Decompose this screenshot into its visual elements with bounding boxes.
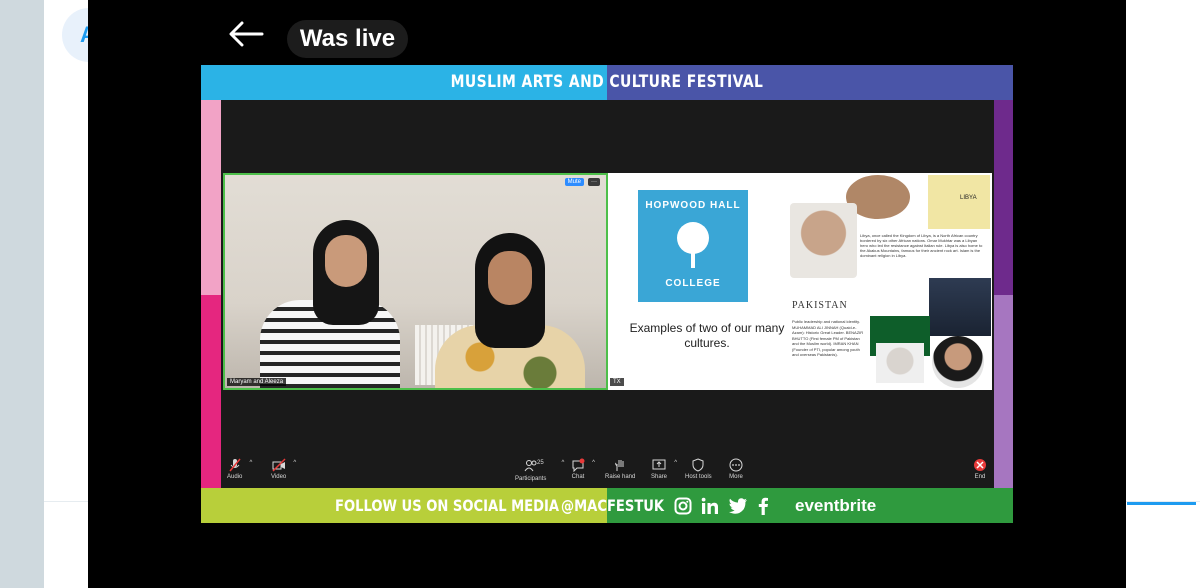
facebook-icon — [758, 497, 768, 515]
audio-label: Audio — [227, 474, 243, 480]
share-button[interactable]: Share ^ — [651, 458, 677, 480]
video-label: Video — [271, 474, 287, 480]
participants-count: 25 — [537, 460, 544, 466]
raise-hand-label: Raise hand — [605, 474, 636, 480]
hopwood-hall-logo: HOPWOOD HALL COLLEGE — [638, 190, 748, 302]
social-handle: @MACFESTUK — [561, 496, 665, 515]
video-button[interactable]: Video ^ — [271, 458, 296, 480]
end-label: End — [974, 474, 986, 480]
pakistan-leader-image-3 — [932, 336, 984, 388]
shared-presentation-slide: HOPWOOD HALL COLLEGE Examples of two of … — [608, 173, 992, 390]
libya-portrait-image — [790, 203, 857, 278]
shield-icon — [692, 458, 704, 472]
logo-bottom-text: COLLEGE — [665, 278, 721, 289]
eventbrite-logo: eventbrite — [795, 496, 877, 515]
more-dots-icon — [729, 458, 743, 472]
festival-title: MUSLIM ARTS AND CULTURE FESTIVAL — [450, 72, 764, 92]
libya-map-image: LIBYA — [928, 175, 990, 229]
linkedin-icon — [701, 497, 718, 514]
libya-description: Libya, once called the Kingdom of Libya,… — [860, 233, 983, 258]
participants-icon — [524, 460, 537, 472]
social-media-banner: FOLLOW US ON SOCIAL MEDIA @MACFESTUK eve… — [201, 488, 1013, 523]
pakistan-leader-image-1 — [929, 278, 991, 336]
participant-name-label: Maryam and Aleeza — [227, 378, 287, 386]
host-tools-button[interactable]: Host tools — [685, 458, 712, 480]
participant-video-tile[interactable]: Mute ··· Maryam and Aleeza — [223, 173, 608, 390]
libya-map-label: LIBYA — [960, 195, 977, 201]
screen-share-label: TX — [610, 378, 624, 386]
share-caret-icon[interactable]: ^ — [674, 460, 677, 466]
was-live-badge: Was live — [287, 20, 408, 58]
more-label: More — [729, 474, 743, 480]
follow-us-text: FOLLOW US ON SOCIAL MEDIA — [335, 496, 560, 515]
logo-top-text: HOPWOOD HALL — [645, 200, 741, 211]
chat-icon — [572, 458, 585, 472]
audio-caret-icon[interactable]: ^ — [250, 460, 253, 466]
frame-side-purple-dark — [994, 100, 1013, 295]
pakistan-heading: PAKISTAN — [792, 300, 848, 311]
more-button[interactable]: More — [729, 458, 743, 480]
raise-hand-icon — [615, 460, 624, 471]
pakistan-leader-image-2 — [876, 343, 924, 383]
back-arrow-icon[interactable] — [228, 20, 264, 48]
chat-button[interactable]: Chat ^ — [571, 458, 595, 480]
participants-button[interactable]: 25 ^ Participants — [515, 458, 564, 482]
active-tab-indicator — [1127, 502, 1196, 505]
share-label: Share — [651, 474, 668, 480]
festival-stream-frame[interactable]: MUSLIM ARTS AND CULTURE FESTIVAL Mute ··… — [201, 65, 1013, 523]
frame-side-pink-light — [201, 100, 221, 295]
frame-side-purple-light — [994, 295, 1013, 488]
twitter-icon — [728, 498, 747, 514]
mute-button[interactable]: Mute — [564, 178, 584, 186]
frame-side-pink-dark — [201, 295, 221, 488]
share-screen-icon — [652, 459, 666, 470]
instagram-icon — [674, 497, 692, 515]
festival-title-banner: MUSLIM ARTS AND CULTURE FESTIVAL — [201, 65, 1013, 100]
chat-caret-icon[interactable]: ^ — [592, 460, 595, 466]
person-1-face — [325, 235, 367, 287]
end-meeting-button[interactable]: End — [973, 458, 987, 480]
raise-hand-button[interactable]: Raise hand — [605, 458, 635, 480]
chat-label: Chat — [571, 474, 585, 480]
pakistan-description: Public leadership and national identity.… — [792, 319, 864, 357]
social-icons — [674, 496, 769, 516]
host-tools-label: Host tools — [685, 474, 712, 480]
video-off-icon — [272, 458, 286, 472]
audio-button[interactable]: Audio ^ — [227, 458, 252, 480]
person-2-face — [488, 251, 532, 305]
tree-icon — [677, 222, 709, 268]
tile-more-button[interactable]: ··· — [588, 178, 600, 186]
participants-caret-icon[interactable]: ^ — [562, 460, 565, 466]
slide-caption: Examples of two of our many cultures. — [629, 321, 785, 350]
muted-microphone-icon — [229, 458, 241, 472]
meeting-toolbar: Audio ^ Video ^ 25 ^ Participants Chat ^… — [221, 458, 994, 488]
video-caret-icon[interactable]: ^ — [293, 460, 296, 466]
page-left-sidebar — [0, 0, 44, 588]
end-call-icon — [974, 459, 986, 471]
participants-label: Participants — [515, 476, 547, 482]
video-player-overlay: Was live MUSLIM ARTS AND CULTURE FESTIVA… — [88, 0, 1126, 588]
